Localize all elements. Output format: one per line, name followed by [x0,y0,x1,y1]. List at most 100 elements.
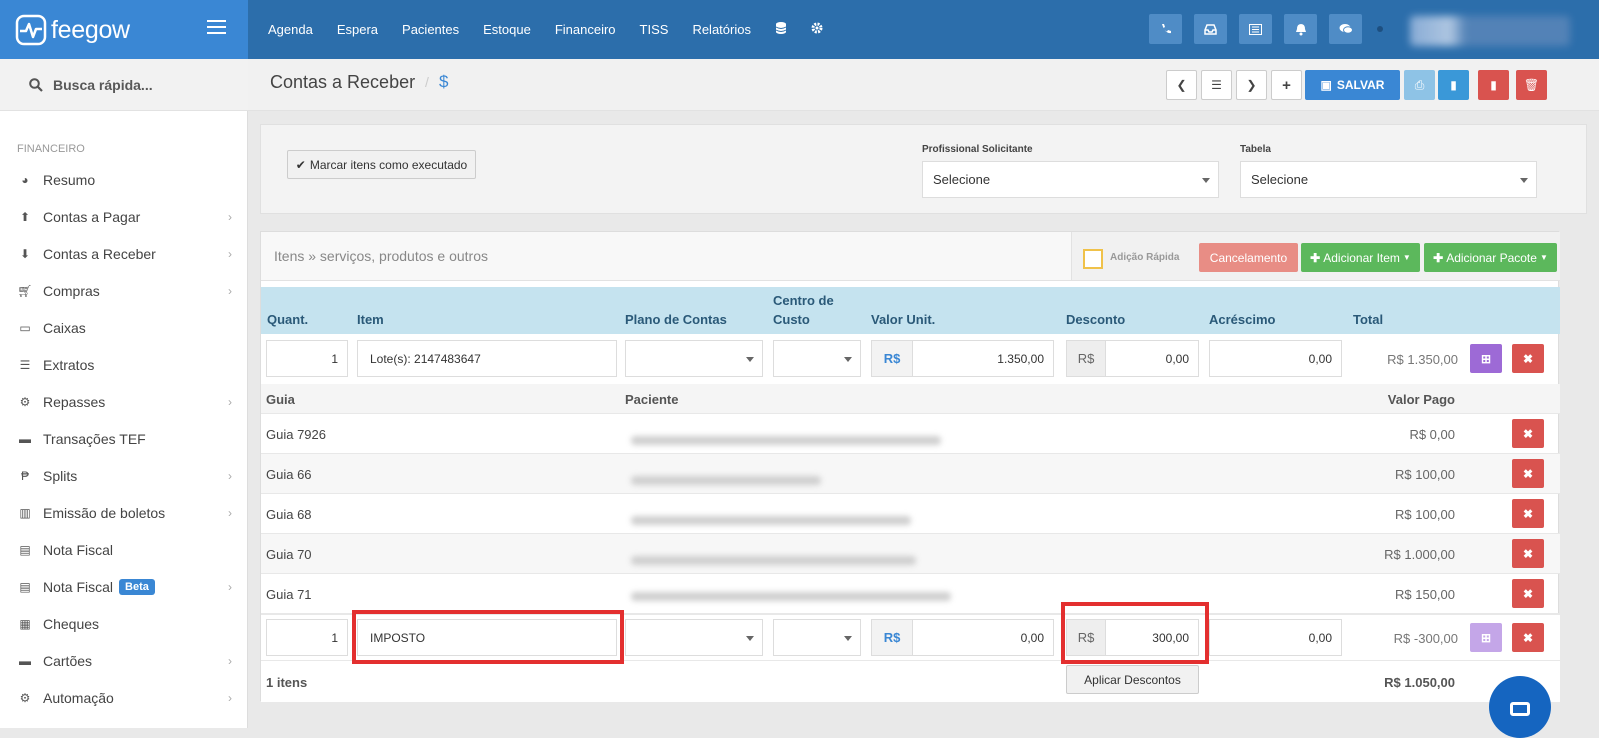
sidebar-item-caixas[interactable]: ▭ Caixas [0,309,248,346]
chevron-right-icon: › [228,283,232,298]
quantity-input[interactable]: 1 [266,619,348,656]
sidebar-item-resumo[interactable]: ◕ Resumo [0,161,248,198]
print-icon: ⎙ [1414,77,1425,92]
remove-guia-button[interactable]: ✖ [1512,539,1544,568]
credit-card-icon: ▬ [19,431,31,446]
page-title: Contas a Receber [270,72,416,92]
chat-icon[interactable] [1329,14,1362,44]
sidebar-item-cheques[interactable]: ▦ Cheques [0,605,248,642]
quick-add-checkbox[interactable] [1083,249,1103,269]
discount-currency-toggle[interactable]: R$ [1066,340,1106,377]
nav-pacientes[interactable]: Pacientes [402,22,459,37]
mark-executed-button[interactable]: ✔ Marcar itens como executado [287,150,476,179]
document-icon: ▤ [19,542,31,557]
add-package-button[interactable]: ✚ Adicionar Pacote ▼ [1424,243,1557,272]
nav-relatorios[interactable]: Relatórios [692,22,751,37]
inbox-icon: ▭ [19,320,31,335]
addition-input[interactable]: 0,00 [1209,619,1342,656]
table-select[interactable]: Selecione [1240,161,1537,198]
pdf-button[interactable]: ▮ [1478,70,1509,100]
nav-financeiro[interactable]: Financeiro [555,22,616,37]
sidebar-item-nota-fiscal-beta[interactable]: ▤ Nota Fiscal Beta › [0,568,248,605]
phone-icon[interactable] [1149,14,1182,44]
next-button[interactable]: ❯ [1236,70,1267,100]
top-action-icons [1149,14,1374,44]
cancel-button[interactable]: Cancelamento [1199,243,1298,272]
professional-value: Selecione [933,172,991,187]
plano-de-contas-select[interactable] [625,619,763,656]
guia-number: Guia 70 [266,547,312,562]
nav-agenda[interactable]: Agenda [268,22,313,37]
support-chat-button[interactable] [1489,676,1551,738]
previous-button[interactable]: ❮ [1166,70,1197,100]
remove-item-button[interactable]: ✖ [1512,623,1544,652]
plano-de-contas-select[interactable] [625,340,763,377]
medical-kit-button[interactable]: ⊞ [1470,344,1502,373]
user-menu-blurred[interactable] [1410,16,1570,46]
sidebar-item-cartoes[interactable]: ▬ Cartões › [0,642,248,679]
currency-addon: R$ [871,340,913,377]
sidebar: Busca rápida... FINANCEIRO ◕ Resumo ⬆ Cont… [0,59,248,728]
search-icon [29,77,43,92]
gear-icon[interactable] [811,22,823,37]
sidebar-section-header: FINANCEIRO [17,143,85,155]
apply-discounts-button[interactable]: Aplicar Descontos [1066,665,1199,694]
centro-de-custo-select[interactable] [773,619,861,656]
delete-button[interactable]: 🗑︎ [1516,70,1547,100]
add-item-button[interactable]: ✚ Adicionar Item ▼ [1301,243,1420,272]
nav-estoque[interactable]: Estoque [483,22,531,37]
document-button[interactable]: ▮ [1438,70,1469,100]
professional-select[interactable]: Selecione [922,161,1219,198]
bell-icon[interactable] [1284,14,1317,44]
database-icon[interactable] [775,21,787,38]
item-input[interactable]: Lote(s): 2147483647 [357,340,617,377]
sidebar-item-emissao-de-boletos[interactable]: ▥ Emissão de boletos › [0,494,248,531]
items-table-header: Quant. Item Plano de Contas Centro de Cu… [261,287,1560,334]
remove-guia-button[interactable]: ✖ [1512,419,1544,448]
inbox-icon[interactable] [1194,14,1227,44]
sidebar-item-nota-fiscal[interactable]: ▤ Nota Fiscal [0,531,248,568]
nav-tiss[interactable]: TISS [640,22,669,37]
sidebar-item-splits[interactable]: ₱ Splits › [0,457,248,494]
unit-value-input[interactable]: 1.350,00 [912,340,1054,377]
sidebar-item-compras[interactable]: 🛒︎ Compras › [0,272,248,309]
col-paciente: Paciente [625,392,679,407]
chevron-right-icon: › [228,690,232,705]
list-icon: ☰ [19,357,31,372]
print-button[interactable]: ⎙ [1404,70,1435,100]
feegow-logo[interactable]: feegow [15,14,130,46]
discount-input[interactable]: 0,00 [1105,340,1199,377]
highlight-discount-300 [1061,602,1209,664]
close-icon: ✖ [1522,351,1534,366]
menu-toggle-icon[interactable] [207,20,226,36]
medical-kit-button[interactable]: ⊞ [1470,623,1502,652]
sidebar-item-transacoes-tef[interactable]: ▬ Transações TEF [0,420,248,457]
nav-espera[interactable]: Espera [337,22,378,37]
search-placeholder: Busca rápida... [53,76,153,93]
chevron-down-icon [1202,178,1210,183]
remove-item-button[interactable]: ✖ [1512,344,1544,373]
sidebar-item-contas-a-receber[interactable]: ⬇ Contas a Receber › [0,235,248,272]
centro-de-custo-select[interactable] [773,340,861,377]
quick-search[interactable]: Busca rápida... [0,59,248,111]
sidebar-item-repasses[interactable]: ⚙ Repasses › [0,383,248,420]
remove-guia-button[interactable]: ✖ [1512,459,1544,488]
remove-guia-button[interactable]: ✖ [1512,499,1544,528]
quantity-input[interactable]: 1 [266,340,348,377]
unit-value-input[interactable]: 0,00 [912,619,1054,656]
guia-paid-value: R$ 100,00 [1395,507,1455,522]
arrow-up-circle-icon: ⬆ [19,209,31,224]
add-button[interactable]: + [1271,70,1302,100]
list-button[interactable]: ☰ [1201,70,1232,100]
sidebar-item-label: Automação [43,689,114,706]
remove-guia-button[interactable]: ✖ [1512,579,1544,608]
save-button[interactable]: ▣ SALVAR [1305,70,1400,100]
sidebar-item-extratos[interactable]: ☰ Extratos [0,346,248,383]
list-alt-icon[interactable] [1239,14,1272,44]
chevron-right-icon: › [228,579,232,594]
sidebar-item-automacao[interactable]: ⚙ Automação › [0,679,248,716]
sidebar-item-contas-a-pagar[interactable]: ⬆ Contas a Pagar › [0,198,248,235]
close-icon: ✖ [1522,630,1534,645]
chevron-right-icon: › [228,468,232,483]
addition-input[interactable]: 0,00 [1209,340,1342,377]
